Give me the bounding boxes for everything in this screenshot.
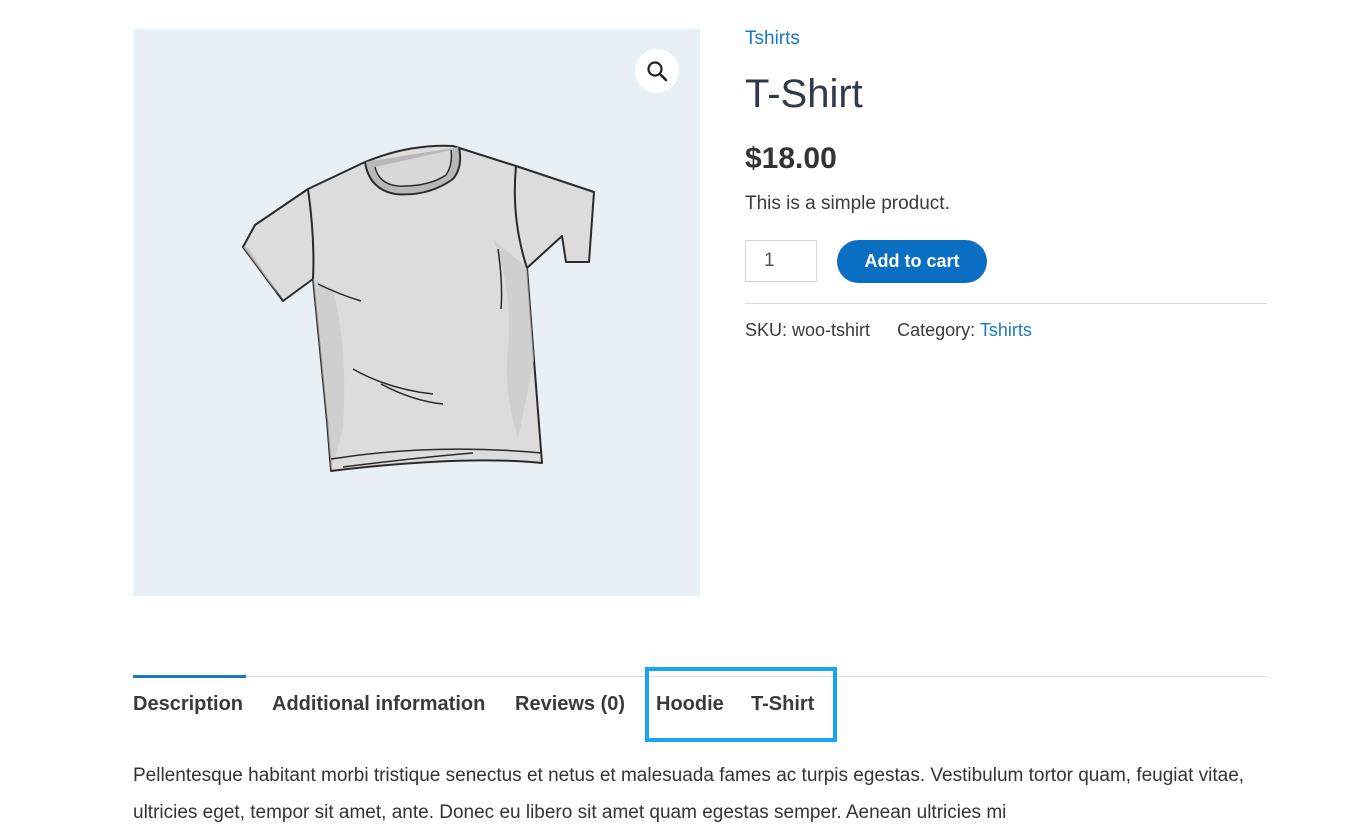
tab-description[interactable]: Description: [133, 690, 243, 718]
tab-reviews[interactable]: Reviews (0): [515, 690, 625, 718]
product-gallery[interactable]: [133, 29, 700, 596]
category-meta: Category: Tshirts: [897, 320, 1032, 340]
active-tab-indicator: [133, 675, 246, 678]
tshirt-image: [242, 144, 595, 472]
add-to-cart-button[interactable]: Add to cart: [837, 239, 987, 283]
zoom-button[interactable]: [635, 49, 679, 93]
product-price: $18.00: [745, 142, 837, 175]
product-meta: SKU: woo-tshirt Category: Tshirts: [745, 318, 1267, 342]
product-short-description: This is a simple product.: [745, 193, 950, 214]
magnifier-icon: [647, 61, 668, 82]
quantity-input[interactable]: [745, 240, 817, 282]
product-summary: Tshirts T-Shirt $18.00 This is a simple …: [745, 26, 1267, 342]
category-breadcrumb-link[interactable]: Tshirts: [745, 26, 1267, 52]
sku-value: woo-tshirt: [792, 320, 871, 340]
category-link[interactable]: Tshirts: [980, 320, 1032, 340]
add-to-cart-form: Add to cart: [745, 239, 1267, 283]
description-text: Pellentesque habitant morbi tristique se…: [133, 765, 1245, 823]
tab-additional-information[interactable]: Additional information: [272, 690, 485, 718]
highlight-box: [645, 667, 837, 742]
sku-label: SKU:: [745, 320, 788, 340]
summary-divider: [745, 303, 1267, 304]
product-title: T-Shirt: [745, 72, 863, 116]
sku-meta: SKU: woo-tshirt: [745, 320, 875, 340]
category-label: Category:: [897, 320, 976, 340]
